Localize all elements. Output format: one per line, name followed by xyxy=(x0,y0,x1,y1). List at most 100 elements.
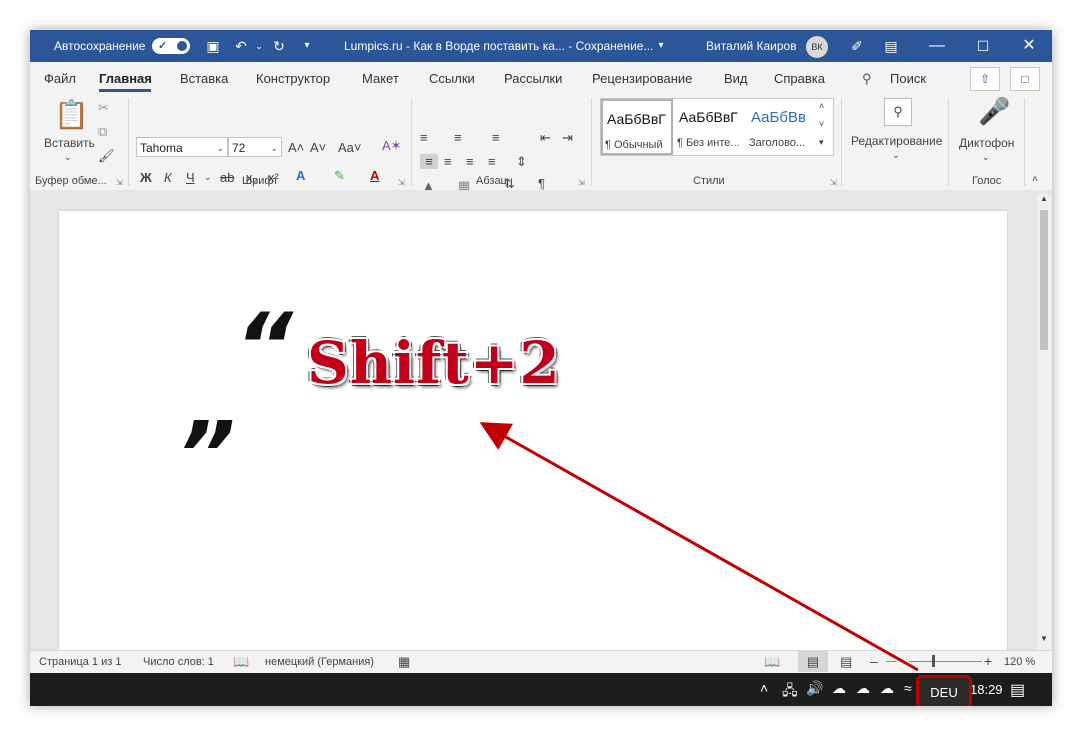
maximize-button[interactable]: ☐ xyxy=(960,30,1006,62)
search-label[interactable]: Поиск xyxy=(890,71,926,86)
strikethrough-icon[interactable]: ab xyxy=(220,170,234,185)
font-name-field[interactable]: Tahoma ⌄ xyxy=(136,137,228,157)
paste-icon[interactable]: 📋 xyxy=(54,98,89,131)
network-icon[interactable]: 🖧 xyxy=(782,680,798,704)
highlight-color-icon[interactable]: ✎ xyxy=(334,168,345,184)
show-formatting-icon[interactable]: ¶ xyxy=(538,176,545,191)
cloud-upload-icon[interactable]: ☁ xyxy=(856,680,870,697)
line-spacing-icon[interactable]: ⇕ xyxy=(516,154,527,170)
tab-layout[interactable]: Макет xyxy=(362,71,399,86)
zoom-level[interactable]: 120 % xyxy=(1004,656,1035,668)
change-case-button[interactable]: Aa˅ xyxy=(338,140,362,155)
comments-button[interactable]: □ xyxy=(1010,67,1040,91)
proofing-icon[interactable]: 📖 xyxy=(233,654,249,670)
onedrive-icon[interactable]: ☁ xyxy=(880,680,894,697)
vertical-scrollbar[interactable]: ▲ ▼ xyxy=(1037,194,1051,650)
user-name[interactable]: Виталий Каиров xyxy=(706,39,797,53)
justify-icon[interactable]: ≡ xyxy=(488,154,496,169)
copy-icon[interactable]: ⧉ xyxy=(98,124,107,140)
tab-review[interactable]: Рецензирование xyxy=(592,71,692,86)
save-icon[interactable]: ▣ xyxy=(204,37,222,55)
customize-quick-access-icon[interactable]: ▾ xyxy=(298,37,316,55)
close-button[interactable]: ✕ xyxy=(1006,30,1052,62)
font-size-field[interactable]: 72 ⌄ xyxy=(228,137,282,157)
tab-help[interactable]: Справка xyxy=(774,71,825,86)
font-launcher-icon[interactable]: ⇲ xyxy=(398,178,405,187)
share-button[interactable]: ⇧ xyxy=(970,67,1000,91)
zoom-out-icon[interactable]: – xyxy=(870,653,878,669)
page-count[interactable]: Страница 1 из 1 xyxy=(39,656,121,668)
numbering-icon[interactable]: ≡ xyxy=(454,130,462,145)
paste-label[interactable]: Вставить xyxy=(44,136,95,150)
clock[interactable]: 18:29 xyxy=(970,682,1003,697)
increase-indent-icon[interactable]: ⇥ xyxy=(562,130,573,146)
align-right-icon[interactable]: ≡ xyxy=(466,154,474,169)
pen-icon[interactable]: ✐ xyxy=(848,37,866,55)
editing-button[interactable]: Редактирование xyxy=(851,134,942,148)
scroll-down-icon[interactable]: ▼ xyxy=(1040,634,1048,643)
style-heading-1[interactable]: АаБбВв Заголово... xyxy=(747,99,819,155)
collapse-ribbon-icon[interactable]: ˄ xyxy=(1032,174,1038,185)
accessibility-icon[interactable]: ▦ xyxy=(398,654,410,670)
bold-button[interactable]: Ж xyxy=(140,170,152,185)
styles-scroll-up-icon[interactable]: ˄ xyxy=(819,101,824,111)
text-effects-icon[interactable]: A xyxy=(296,168,305,183)
tab-insert[interactable]: Вставка xyxy=(180,71,228,86)
web-layout-icon[interactable]: ▤ xyxy=(840,654,852,670)
styles-launcher-icon[interactable]: ⇲ xyxy=(830,178,837,187)
dictation-dropdown-icon[interactable]: ⌄ xyxy=(982,152,990,163)
decrease-indent-icon[interactable]: ⇤ xyxy=(540,130,551,146)
paragraph-launcher-icon[interactable]: ⇲ xyxy=(578,178,585,187)
microphone-icon[interactable]: 🎤 xyxy=(978,96,1010,127)
underline-dropdown-icon[interactable]: ⌄ xyxy=(204,172,212,183)
sync-icon[interactable]: ☁ xyxy=(832,680,846,697)
title-dropdown-icon[interactable]: ▾ xyxy=(652,37,670,55)
tab-design[interactable]: Конструктор xyxy=(256,71,330,86)
language-status[interactable]: немецкий (Германия) xyxy=(265,656,374,668)
format-painter-icon[interactable]: 🖌 xyxy=(98,148,115,164)
scrollbar-thumb[interactable] xyxy=(1040,210,1048,350)
search-icon[interactable]: ⚲ xyxy=(862,71,872,87)
cut-icon[interactable]: ✂ xyxy=(98,100,109,116)
align-left-icon[interactable]: ≡ xyxy=(420,154,438,169)
read-mode-icon[interactable]: 📖 xyxy=(764,654,780,670)
tab-file[interactable]: Файл xyxy=(44,71,76,86)
style-no-spacing[interactable]: АаБбВвГ ¶ Без инте... xyxy=(675,99,747,155)
find-icon[interactable]: ⚲ xyxy=(884,98,912,126)
minimize-button[interactable]: — xyxy=(914,30,960,62)
document-page[interactable]: „ “ Shift+2 xyxy=(59,211,1007,651)
styles-more-icon[interactable]: ▾ xyxy=(819,137,824,148)
tab-view[interactable]: Вид xyxy=(724,71,748,86)
zoom-slider-thumb[interactable] xyxy=(932,655,935,667)
word-count[interactable]: Число слов: 1 xyxy=(143,656,214,668)
clear-formatting-icon[interactable]: A✶ xyxy=(382,138,402,154)
dictation-button[interactable]: Диктофон xyxy=(959,136,1014,150)
undo-icon[interactable]: ↶ xyxy=(232,37,250,55)
volume-icon[interactable]: 🔊 xyxy=(806,680,823,697)
style-normal[interactable]: АаБбВвГ ¶ Обычный xyxy=(601,99,673,155)
zoom-in-icon[interactable]: + xyxy=(984,653,992,669)
italic-button[interactable]: К xyxy=(164,170,172,185)
underline-button[interactable]: Ч xyxy=(186,170,195,185)
autosave-toggle[interactable]: ✓ xyxy=(152,38,190,54)
paste-dropdown-icon[interactable]: ⌄ xyxy=(64,152,72,163)
multilevel-list-icon[interactable]: ≡ xyxy=(492,130,500,145)
tab-references[interactable]: Ссылки xyxy=(429,71,475,86)
align-center-icon[interactable]: ≡ xyxy=(444,154,452,169)
grow-font-icon[interactable]: A˄ xyxy=(288,140,304,155)
wifi-icon[interactable]: ≈ xyxy=(904,680,912,696)
show-hidden-icons-icon[interactable]: ˄ xyxy=(760,680,768,696)
clipboard-launcher-icon[interactable]: ⇲ xyxy=(116,178,123,187)
print-layout-icon[interactable]: ▤ xyxy=(798,651,828,672)
undo-dropdown-icon[interactable]: ⌄ xyxy=(250,37,268,55)
font-color-icon[interactable]: A xyxy=(370,168,379,183)
scroll-up-icon[interactable]: ▲ xyxy=(1040,194,1048,203)
notifications-icon[interactable]: ▤ xyxy=(1010,680,1025,700)
avatar[interactable]: ВК xyxy=(806,36,828,58)
editing-dropdown-icon[interactable]: ⌄ xyxy=(892,150,900,161)
redo-icon[interactable]: ↻ xyxy=(270,37,288,55)
tab-mailings[interactable]: Рассылки xyxy=(504,71,562,86)
bullets-icon[interactable]: ≡ xyxy=(420,130,428,145)
keyboard-layout-indicator[interactable]: DEU xyxy=(916,675,972,706)
styles-scroll-down-icon[interactable]: ˅ xyxy=(819,119,824,129)
